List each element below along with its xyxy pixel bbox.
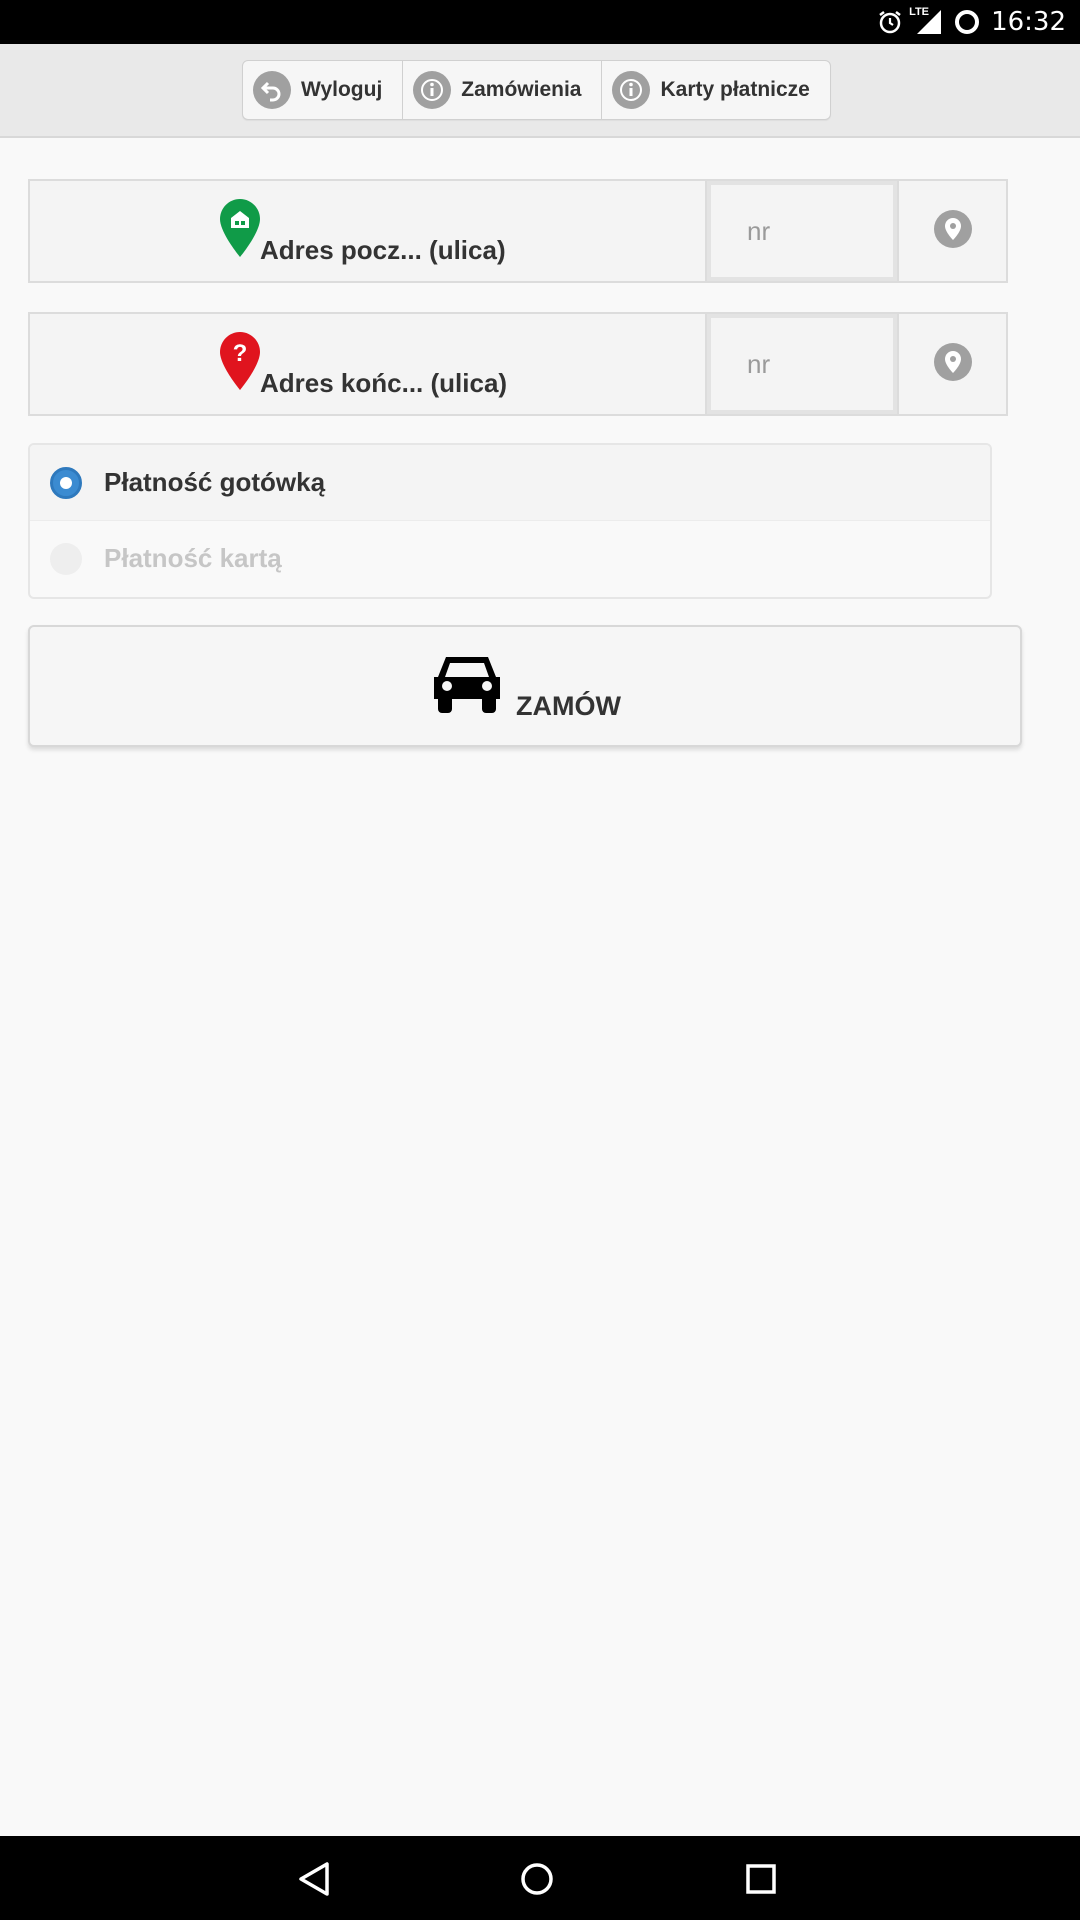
signal-icon: LTE	[909, 6, 943, 36]
pickup-number-input[interactable]: nr	[707, 181, 897, 281]
info-icon	[413, 71, 452, 109]
network-type: LTE	[909, 6, 930, 18]
pickup-street-field[interactable]: Adres pocz... (ulica)	[30, 181, 707, 281]
radio-unselected-icon[interactable]	[50, 542, 82, 575]
destination-number-input[interactable]: nr	[707, 314, 897, 414]
alarm-icon	[877, 9, 903, 35]
radio-selected-icon[interactable]	[50, 466, 82, 499]
orders-label: Zamówienia	[461, 78, 582, 101]
pickup-address-row: Adres pocz... (ulica) nr	[28, 179, 1008, 283]
svg-text:?: ?	[233, 340, 248, 367]
destination-locate-button[interactable]	[897, 314, 1006, 414]
payment-card-option[interactable]: Płatność kartą	[30, 521, 990, 596]
payment-card-label: Płatność kartą	[104, 543, 282, 573]
destination-street-label: Adres końc... (ulica)	[260, 368, 508, 398]
destination-pin-icon: ?	[220, 332, 260, 395]
home-icon[interactable]	[512, 1854, 562, 1904]
payment-cash-label: Płatność gotówką	[104, 467, 326, 497]
pickup-street-label: Adres pocz... (ulica)	[260, 235, 506, 265]
status-icons: LTE 16:32	[877, 0, 1066, 44]
destination-street-field[interactable]: ? Adres końc... (ulica)	[30, 314, 707, 414]
info-icon	[612, 71, 651, 109]
order-button[interactable]: ZAMÓW	[28, 625, 1022, 747]
car-icon	[432, 651, 502, 718]
payment-cards-label: Karty płatnicze	[660, 78, 810, 101]
toolbar-button-group: Wyloguj Zamówienia Karty płatnicze	[242, 60, 831, 120]
toolbar: Wyloguj Zamówienia Karty płatnicze	[0, 44, 1080, 138]
logout-button[interactable]: Wyloguj	[243, 61, 404, 119]
payment-cash-option[interactable]: Płatność gotówką	[30, 445, 990, 521]
orders-button[interactable]: Zamówienia	[403, 61, 603, 119]
status-time: 16:32	[991, 7, 1066, 37]
undo-icon	[253, 71, 291, 109]
status-bar: LTE 16:32	[0, 0, 1080, 44]
payment-options: Płatność gotówką Płatność kartą	[28, 443, 992, 599]
logout-label: Wyloguj	[301, 78, 383, 101]
order-label: ZAMÓW	[516, 691, 621, 721]
destination-address-row: ? Adres końc... (ulica) nr	[28, 312, 1008, 416]
pickup-locate-button[interactable]	[897, 181, 1006, 281]
pickup-pin-icon	[220, 199, 260, 262]
battery-icon	[953, 8, 981, 36]
location-icon	[933, 209, 972, 253]
back-icon[interactable]	[289, 1854, 339, 1904]
recents-icon[interactable]	[736, 1854, 786, 1904]
payment-cards-button[interactable]: Karty płatnicze	[602, 61, 829, 119]
location-icon	[933, 342, 972, 386]
navigation-bar	[0, 1836, 1080, 1920]
